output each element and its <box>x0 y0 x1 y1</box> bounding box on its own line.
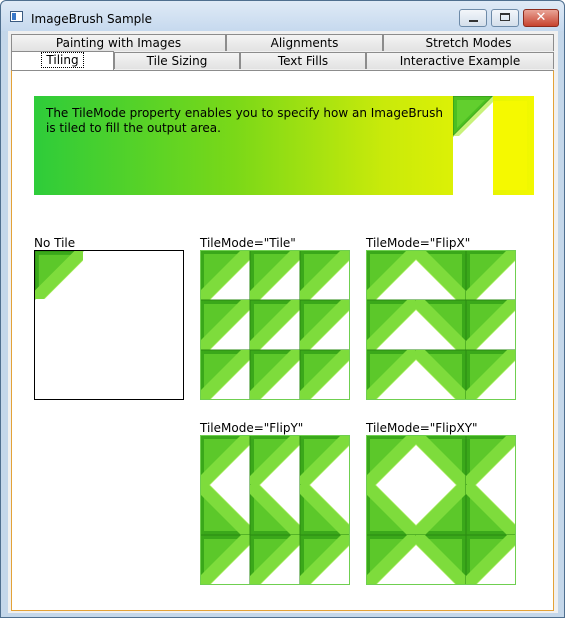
window-title: ImageBrush Sample <box>31 12 153 26</box>
description-banner: The TileMode property enables you to spe… <box>34 95 534 195</box>
tab-tile-sizing[interactable]: Tile Sizing <box>114 52 240 69</box>
window-icon[interactable] <box>10 11 23 22</box>
tile-cell <box>299 250 350 302</box>
tab-stretch-modes[interactable]: Stretch Modes <box>383 34 554 51</box>
label-tile: TileMode="Tile" <box>200 236 296 250</box>
tile-cell <box>366 484 418 536</box>
close-button[interactable]: ✕ <box>523 9 559 27</box>
tile-cell <box>200 299 252 351</box>
close-icon: ✕ <box>535 10 547 25</box>
maximize-icon <box>500 13 510 21</box>
tile-cell <box>200 484 252 536</box>
tile-cell <box>200 534 252 585</box>
tile-cell <box>415 250 467 302</box>
tab-label: Text Fills <box>277 54 329 68</box>
tile-cell <box>249 483 302 536</box>
label-no-tile: No Tile <box>34 236 76 250</box>
tab-label: Tile Sizing <box>146 54 208 68</box>
flipx-graphic <box>366 250 516 400</box>
flipy-box <box>200 435 350 585</box>
tile-cell <box>414 534 467 585</box>
tiling-panel: The TileMode property enables you to spe… <box>11 70 554 611</box>
tile-cell <box>200 349 252 400</box>
flipxy-graphic <box>366 435 516 585</box>
tile-cell <box>299 299 350 352</box>
tile-cell <box>366 534 418 585</box>
banner-tile-graphic <box>452 95 495 138</box>
tab-alignments[interactable]: Alignments <box>226 34 383 51</box>
tile-cell <box>299 435 350 487</box>
tab-interactive-example[interactable]: Interactive Example <box>366 52 554 69</box>
description-text: The TileMode property enables you to spe… <box>46 106 443 135</box>
tile-cell <box>249 435 301 487</box>
tile-cell <box>200 435 251 486</box>
banner-yellow-block <box>493 101 527 190</box>
tile-cell <box>465 250 516 302</box>
tile-cell <box>366 299 418 351</box>
banner-tile-image <box>452 95 495 195</box>
minimize-button[interactable] <box>459 9 487 27</box>
app-window: ImageBrush Sample ✕ Painting with Images… <box>0 0 565 618</box>
tile-cell <box>465 299 516 352</box>
flipxy-box <box>366 435 516 585</box>
tile-cell <box>200 250 251 301</box>
tile-cell <box>414 349 467 400</box>
tile-cell <box>465 349 516 400</box>
tile-cell <box>415 435 467 487</box>
tile-cell <box>414 299 467 352</box>
title-bar[interactable]: ImageBrush Sample ✕ <box>1 1 564 31</box>
tab-label: Painting with Images <box>55 36 182 50</box>
label-flipx: TileMode="FlipX" <box>366 236 471 250</box>
tab-label: Interactive Example <box>399 54 521 68</box>
client-area: Painting with Images Alignments Stretch … <box>8 31 558 613</box>
no-tile-graphic <box>35 251 84 300</box>
tile-cell <box>249 534 302 585</box>
tile-cell <box>366 250 417 301</box>
tile-cell <box>249 349 302 400</box>
tile-cell <box>249 250 301 302</box>
tile-cell <box>299 534 350 585</box>
tile-cell <box>249 299 302 352</box>
tab-tiling[interactable]: Tiling <box>11 51 114 70</box>
tile-cell <box>366 435 417 486</box>
flipy-graphic <box>200 435 350 585</box>
tile-box <box>200 250 350 400</box>
minimize-icon <box>469 20 478 22</box>
tab-label: Tiling <box>41 52 84 68</box>
tile-graphic <box>200 250 350 400</box>
label-flipxy: TileMode="FlipXY" <box>366 421 478 435</box>
tile-cell <box>465 534 516 585</box>
tile-cell <box>465 435 516 487</box>
label-flipy: TileMode="FlipY" <box>200 421 304 435</box>
tab-text-fills[interactable]: Text Fills <box>240 52 366 69</box>
tile-cell <box>465 483 516 536</box>
tile-cell <box>414 483 467 536</box>
flipx-box <box>366 250 516 400</box>
tab-label: Stretch Modes <box>425 36 512 50</box>
tab-label: Alignments <box>270 36 339 50</box>
tile-cell <box>299 349 350 400</box>
tile-cell <box>299 483 350 536</box>
tile-cell <box>35 251 84 300</box>
maximize-button[interactable] <box>491 9 519 27</box>
tab-painting-with-images[interactable]: Painting with Images <box>11 34 226 51</box>
tile-cell <box>366 349 418 400</box>
no-tile-box <box>34 250 184 400</box>
